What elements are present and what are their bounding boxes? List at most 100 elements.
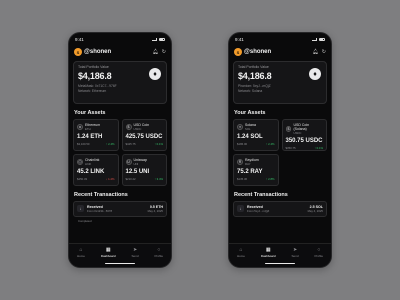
tab-label: Dashboard: [260, 254, 276, 258]
home-indicator[interactable]: [105, 262, 135, 264]
transaction-row[interactable]: ↓ Received From 5xyJ...mQjZ 2.5 SOL May 4,…: [233, 201, 327, 217]
asset-symbol: ETH: [85, 127, 91, 131]
assets-grid: ≡ Solana SOL 1.24 SOL $186.00 ↑ 2.4% $ USD…: [229, 119, 331, 186]
battery-icon: [319, 37, 325, 41]
avatar[interactable]: S: [74, 48, 82, 56]
tab-send[interactable]: ➤ Send: [132, 247, 139, 259]
status-time: 9:41: [235, 36, 244, 42]
transaction-type: Received: [87, 204, 103, 209]
assets-heading: Your Assets: [74, 110, 106, 116]
network-logo-icon: ♦: [309, 68, 321, 80]
battery-icon: [159, 37, 165, 41]
bell-icon[interactable]: 🔔︎: [152, 49, 158, 55]
received-arrow-icon: ↓: [77, 205, 84, 213]
tab-profile[interactable]: ○ Profile: [154, 247, 164, 259]
tab-label: Profile: [154, 254, 164, 258]
transactions-heading: Recent Transactions: [234, 192, 288, 198]
asset-symbol: RAY: [245, 162, 251, 166]
asset-amount: 1.24 SOL: [237, 134, 263, 140]
transaction-row[interactable]: ↓ Received From 0x1234...5678 0.5 ETH May …: [73, 201, 167, 217]
asset-card[interactable]: U Uniswap UNI 12.5 UNI $210.22 ↑ 3.4%: [121, 154, 167, 186]
status-icons: [152, 37, 165, 41]
transaction-date: May 4, 2025: [147, 209, 163, 214]
wallet-address: MetaMask: 0x71C7...976F: [78, 83, 117, 88]
signal-icon: [312, 37, 317, 41]
profile-icon: ○: [157, 247, 161, 253]
tab-home[interactable]: ⌂ Home: [236, 247, 245, 259]
refresh-icon[interactable]: ↻: [162, 49, 166, 55]
asset-usd-value: $135.36: [237, 177, 248, 181]
asset-card[interactable]: ⬡ Chainlink LINK 45.2 LINK $450.33 ↓ 1.2%: [73, 154, 119, 186]
ethereum-icon: ♦: [77, 124, 83, 130]
asset-symbol: SOL: [245, 127, 251, 131]
tab-label: Home: [76, 254, 85, 258]
asset-usd-value: $450.33: [77, 177, 88, 181]
asset-amount: 350.75 USDC: [285, 138, 323, 144]
asset-change: ↑ 2.4%: [105, 142, 115, 146]
signal-icon: [152, 37, 157, 41]
transactions-heading: Recent Transactions: [74, 192, 128, 198]
asset-symbol: USDC: [293, 131, 302, 135]
uniswap-icon: U: [125, 159, 132, 165]
user-info[interactable]: S @shonen: [74, 48, 111, 56]
transaction-status: Completed: [78, 218, 92, 223]
bell-icon[interactable]: 🔔︎: [312, 49, 318, 55]
asset-usd-value: $186.00: [237, 142, 248, 146]
asset-card[interactable]: $ USD Coin (Solana) USDC 350.75 USDC $350…: [281, 119, 327, 151]
tab-dashboard[interactable]: ▦ Dashboard: [260, 248, 276, 259]
tab-dashboard[interactable]: ▦ Dashboard: [101, 247, 116, 259]
header-actions: 🔔︎ ↻: [152, 49, 166, 55]
profile-icon: ○: [317, 247, 321, 253]
transaction-type: Received: [247, 204, 263, 209]
asset-card[interactable]: ≡ Solana SOL 1.24 SOL $186.00 ↑ 2.4%: [233, 119, 279, 151]
asset-card[interactable]: ♦ Ethereum ETH 1.24 ETH $3,100.50 ↑ 2.4%: [73, 119, 119, 151]
send-icon: ➤: [132, 247, 138, 253]
home-icon: ⌂: [239, 247, 243, 253]
header-actions: 🔔︎ ↻: [312, 49, 326, 55]
transaction-amount: 2.5 SOL: [309, 204, 323, 209]
asset-card[interactable]: $ USD Coin USDC 425.75 USDC $425.75 ↑ 0.1%: [121, 119, 167, 151]
user-info[interactable]: S @shonen: [234, 48, 271, 56]
tab-label: Home: [236, 254, 245, 258]
dashboard-icon: ▦: [105, 247, 111, 253]
asset-card[interactable]: R Raydium RAY 75.2 RAY $135.36 ↑ 2.8%: [233, 154, 279, 186]
refresh-icon[interactable]: ↻: [322, 49, 326, 55]
asset-amount: 45.2 LINK: [77, 169, 105, 175]
portfolio-card[interactable]: Total Portfolio Value $4,186.8 Phantom: …: [233, 61, 327, 104]
asset-change: ↑ 2.8%: [265, 177, 275, 181]
portfolio-label: Total Portfolio Value: [238, 65, 269, 69]
home-indicator[interactable]: [265, 262, 295, 264]
asset-change: ↑ 3.4%: [154, 177, 163, 181]
header: S @shonen 🔔︎ ↻: [69, 45, 171, 58]
tab-label: Send: [291, 254, 299, 258]
home-icon: ⌂: [79, 247, 83, 253]
avatar[interactable]: S: [234, 48, 242, 56]
asset-change: ↑ 2.4%: [265, 142, 275, 146]
transactions-list: ↓ Received From 0x1234...5678 0.5 ETH May …: [69, 201, 171, 225]
asset-symbol: UNI: [133, 162, 139, 166]
status-icons: [312, 37, 325, 41]
asset-change: ↑ 0.1%: [314, 146, 323, 150]
portfolio-card[interactable]: Total Portfolio Value $4,186.8 MetaMask:…: [73, 61, 167, 104]
asset-change: ↑ 0.1%: [154, 142, 163, 146]
raydium-icon: R: [237, 159, 243, 165]
usd-coin-icon: $: [285, 126, 292, 132]
tab-home[interactable]: ⌂ Home: [76, 247, 85, 259]
header: S @shonen 🔔︎ ↻: [229, 45, 331, 58]
username: @shonen: [84, 49, 112, 55]
asset-usd-value: $425.75: [125, 142, 136, 146]
transaction-from: From 0x1234...5678: [87, 209, 113, 214]
phone-screen-ethereum: 9:41 S @shonen 🔔︎ ↻ Total Portfolio Valu…: [68, 32, 172, 268]
tab-send[interactable]: ➤ Send: [291, 247, 299, 259]
username: @shonen: [244, 49, 272, 55]
asset-amount: 75.2 RAY: [237, 169, 263, 175]
assets-heading: Your Assets: [234, 110, 266, 116]
asset-usd-value: $350.75: [285, 146, 296, 150]
tab-profile[interactable]: ○ Profile: [315, 247, 324, 259]
network-logo-icon: ♦: [149, 68, 161, 80]
asset-symbol: LINK: [85, 162, 92, 166]
portfolio-label: Total Portfolio Value: [78, 65, 109, 69]
send-icon: ➤: [292, 247, 298, 253]
status-bar: 9:41: [229, 33, 331, 45]
solana-icon: ≡: [237, 124, 243, 130]
